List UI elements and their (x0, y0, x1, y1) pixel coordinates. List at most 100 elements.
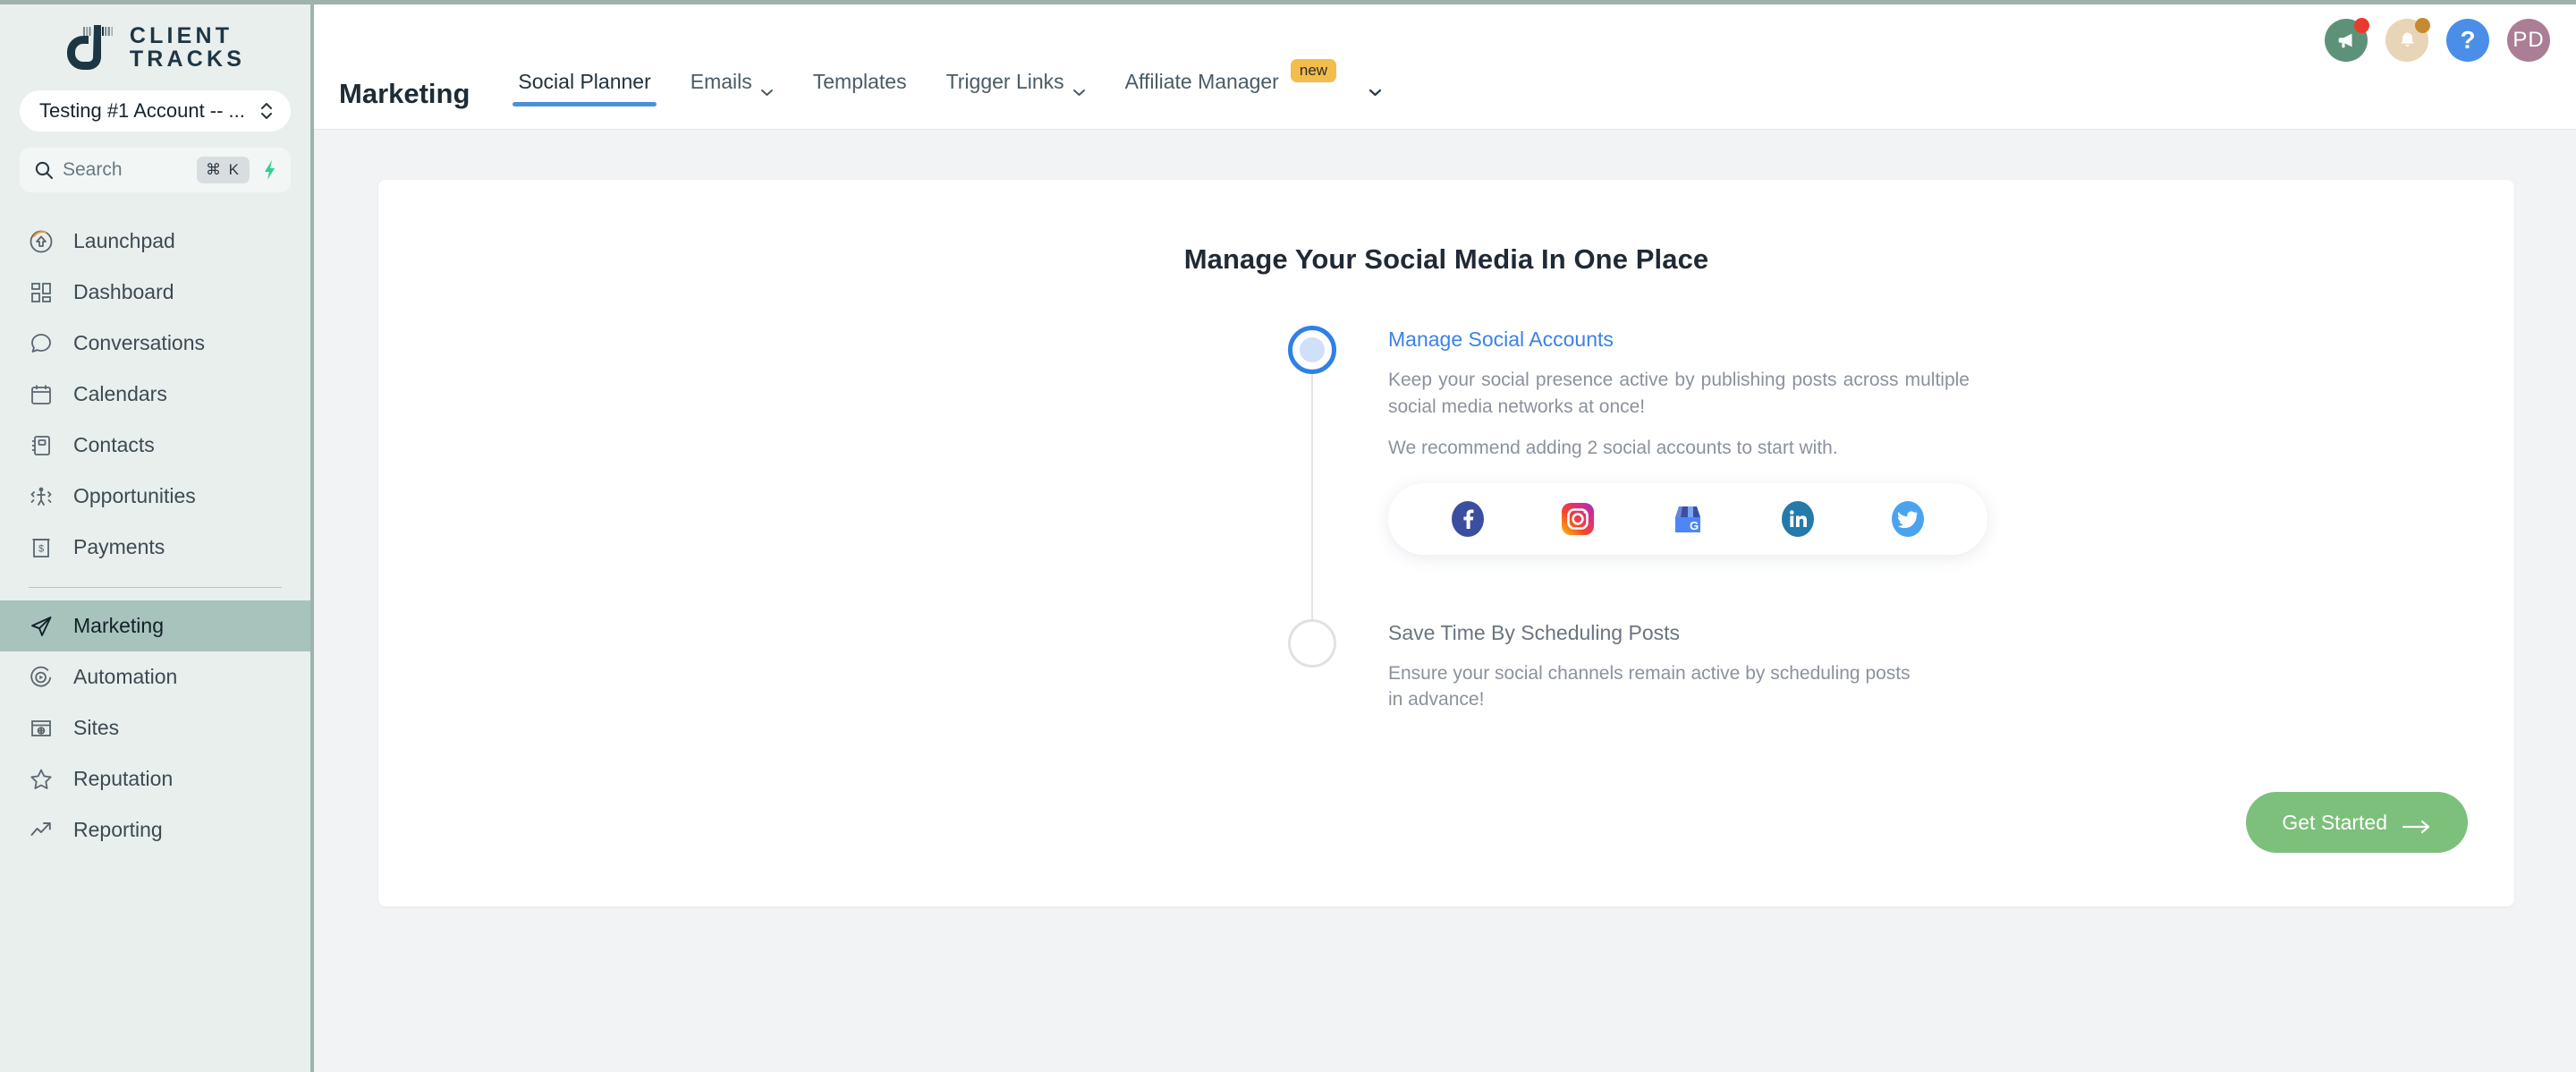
sidebar-item-label: Opportunities (73, 484, 196, 507)
paper-plane-icon (29, 614, 54, 639)
sidebar-item-label: Dashboard (73, 280, 174, 303)
tabs-overflow-button[interactable] (1356, 78, 1398, 109)
megaphone-icon[interactable] (2325, 18, 2369, 62)
tab-label: Templates (812, 70, 907, 93)
onboarding-card: Manage Your Social Media In One Place Ma… (378, 180, 2514, 906)
sidebar-item-launchpad[interactable]: Launchpad (0, 216, 310, 267)
sidebar-item-label: Launchpad (73, 229, 175, 252)
sidebar-item-automation[interactable]: Automation (0, 651, 310, 702)
sidebar-item-label: Marketing (73, 614, 164, 637)
tab-social-planner[interactable]: Social Planner (498, 70, 670, 117)
step-description: Keep your social presence active by publ… (1388, 370, 1970, 417)
svg-text:G: G (1690, 519, 1699, 532)
contacts-book-icon (29, 433, 54, 458)
sidebar-item-label: Reporting (73, 818, 163, 841)
search-shortcut-hint: ⌘ K (196, 157, 250, 183)
sidebar-item-payments[interactable]: $ Payments (0, 522, 310, 573)
step-title[interactable]: Manage Social Accounts (1388, 328, 1987, 352)
step-schedule-posts: Save Time By Scheduling Posts Ensure you… (1283, 618, 2177, 714)
tab-affiliate-manager[interactable]: Affiliate Manager new (1106, 58, 1356, 117)
step-indicator-dot (1300, 337, 1325, 362)
sidebar-item-reputation[interactable]: Reputation (0, 753, 310, 804)
avatar[interactable]: PD (2507, 19, 2550, 62)
account-selector[interactable]: Testing #1 Account -- ... (20, 90, 291, 132)
sidebar-item-calendars[interactable]: Calendars (0, 369, 310, 420)
chevron-up-down-icon (258, 98, 275, 124)
chevron-down-icon (760, 78, 774, 96)
sidebar-item-dashboard[interactable]: Dashboard (0, 267, 310, 318)
tab-label: Emails (690, 70, 752, 93)
search-input[interactable]: Search ⌘ K (20, 148, 291, 192)
sidebar: CLIENT TRACKS Testing #1 Account -- ... … (0, 0, 314, 1072)
notification-dot (2354, 18, 2369, 33)
step-indicator-inactive[interactable] (1288, 618, 1336, 668)
opportunities-icon (29, 484, 54, 509)
play-circle-icon (29, 665, 54, 690)
social-network-picker: G (1388, 482, 1987, 555)
header-actions: ? PD (2325, 18, 2550, 62)
sidebar-item-reporting[interactable]: Reporting (0, 804, 310, 855)
chat-bubble-icon (29, 331, 54, 356)
get-started-label: Get Started (2282, 810, 2387, 834)
svg-text:$: $ (38, 543, 44, 554)
lightning-bolt-icon[interactable] (258, 158, 282, 182)
sidebar-item-label: Reputation (73, 767, 174, 790)
instagram-icon[interactable] (1557, 498, 1598, 540)
tab-templates[interactable]: Templates (793, 70, 927, 117)
linkedin-icon[interactable] (1777, 498, 1818, 540)
sidebar-item-marketing[interactable]: Marketing (0, 600, 310, 651)
sidebar-item-sites[interactable]: Sites (0, 702, 310, 753)
step-indicator-active[interactable] (1288, 326, 1336, 374)
header-nav: Marketing Social Planner Emails Template… (314, 4, 1398, 117)
twitter-icon[interactable] (1887, 498, 1928, 540)
step-manage-social-accounts: Manage Social Accounts Keep your social … (1283, 326, 2177, 662)
payments-icon: $ (29, 535, 54, 560)
google-business-icon[interactable]: G (1667, 498, 1708, 540)
brand-line-1: CLIENT (129, 23, 233, 48)
step-marker (1283, 618, 1342, 668)
star-icon (29, 767, 54, 792)
account-selector-value: Testing #1 Account -- ... (39, 99, 245, 122)
top-accent-strip (0, 0, 2576, 4)
page-header: Marketing Social Planner Emails Template… (314, 4, 2576, 129)
sidebar-item-label: Contacts (73, 433, 155, 456)
tab-label: Social Planner (518, 70, 651, 93)
sidebar-item-label: Conversations (73, 331, 206, 354)
step-body: Manage Social Accounts Keep your social … (1342, 326, 1987, 555)
step-note: We recommend adding 2 social accounts to… (1388, 437, 1838, 458)
step-description: Ensure your social channels remain activ… (1388, 662, 1911, 710)
content-area: Manage Your Social Media In One Place Ma… (314, 129, 2576, 1072)
status-badge-new: new (1290, 58, 1337, 82)
help-label: ? (2460, 26, 2476, 54)
notifications-bell-icon[interactable] (2385, 18, 2430, 62)
app-root: CLIENT TRACKS Testing #1 Account -- ... … (0, 0, 2576, 1072)
arrow-right-icon (2402, 815, 2432, 834)
sidebar-item-label: Calendars (73, 382, 167, 405)
brand-line-2: TRACKS (129, 47, 246, 72)
brand-wordmark: CLIENT TRACKS (130, 24, 245, 71)
step-body: Save Time By Scheduling Posts Ensure you… (1342, 619, 1925, 714)
sidebar-item-conversations[interactable]: Conversations (0, 318, 310, 369)
search-placeholder: Search (63, 159, 123, 180)
trend-up-icon (29, 818, 54, 843)
get-started-button[interactable]: Get Started (2246, 792, 2468, 853)
chevron-down-icon (1072, 78, 1086, 96)
search-icon (34, 160, 54, 180)
facebook-icon[interactable] (1447, 498, 1488, 540)
tab-label: Trigger Links (945, 70, 1064, 93)
tab-trigger-links[interactable]: Trigger Links (927, 70, 1106, 117)
sidebar-item-label: Sites (73, 716, 120, 739)
calendar-icon (29, 382, 54, 407)
sidebar-item-label: Automation (73, 665, 178, 688)
tab-label: Affiliate Manager (1124, 70, 1279, 93)
sidebar-item-label: Payments (73, 535, 165, 558)
notification-dot (2415, 18, 2430, 33)
brand-logo[interactable]: CLIENT TRACKS (0, 4, 310, 80)
tab-emails[interactable]: Emails (671, 70, 793, 117)
sidebar-item-contacts[interactable]: Contacts (0, 420, 310, 471)
page-title: Marketing (339, 77, 470, 109)
help-icon[interactable]: ? (2446, 19, 2489, 62)
header-tabs: Social Planner Emails Templates Trigger … (498, 58, 1398, 117)
chevron-down-icon (1368, 78, 1382, 97)
sidebar-item-opportunities[interactable]: Opportunities (0, 471, 310, 522)
